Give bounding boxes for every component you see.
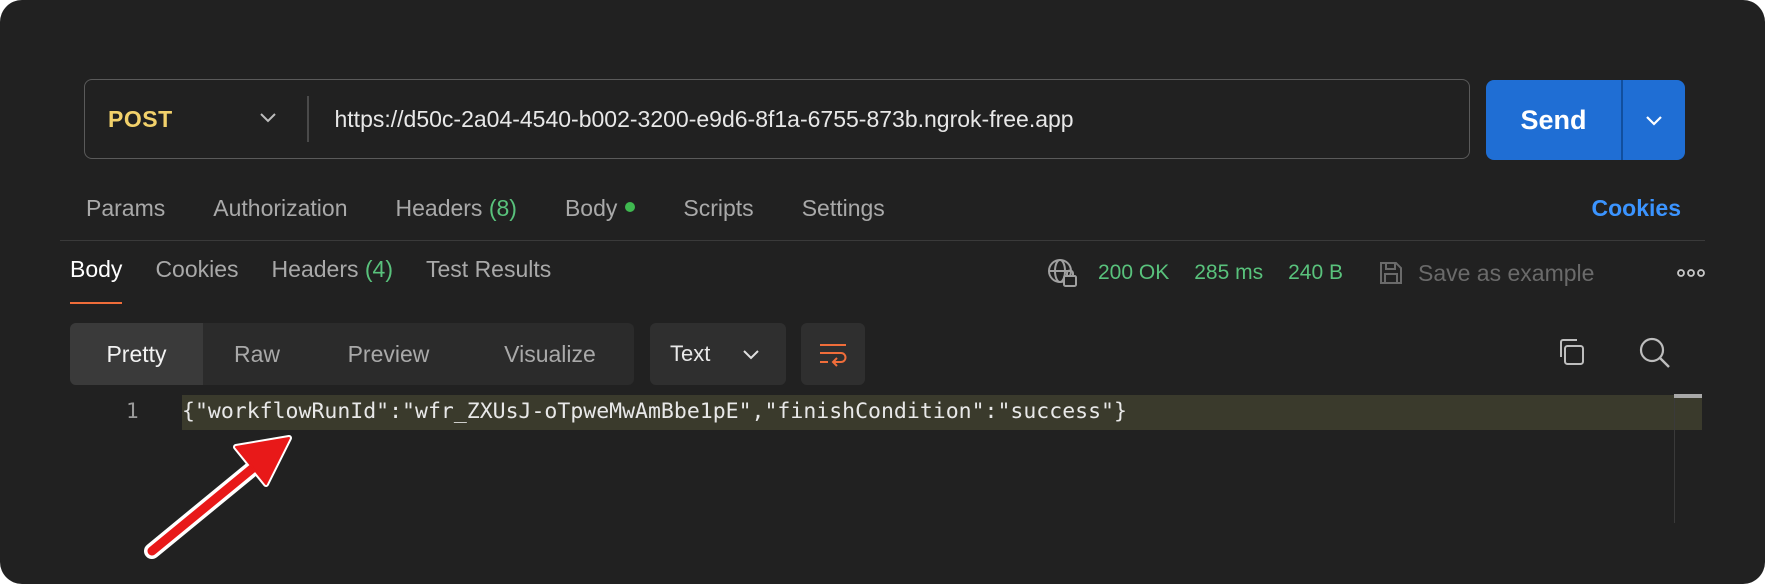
view-mode-tabs: Pretty Raw Preview Visualize — [70, 323, 634, 385]
postman-window: POST https://d50c-2a04-4540-b002-3200-e9… — [0, 0, 1765, 584]
word-wrap-button[interactable] — [801, 323, 865, 385]
send-button-group: Send — [1486, 80, 1685, 160]
tab-headers-label: Headers — [395, 194, 483, 221]
scrollbar-track[interactable] — [1674, 395, 1675, 523]
chevron-down-icon — [743, 349, 759, 359]
format-label: Text — [670, 341, 711, 366]
chevron-down-icon — [259, 110, 277, 128]
chevron-down-icon — [1646, 115, 1662, 126]
body-indicator-dot — [625, 202, 636, 213]
send-button[interactable]: Send — [1486, 80, 1621, 160]
tab-headers[interactable]: Headers (8) — [396, 195, 517, 222]
save-as-example-label: Save as example — [1417, 259, 1595, 286]
view-raw[interactable]: Raw — [203, 323, 311, 385]
response-body-editor[interactable]: 1 {"workflowRunId":"wfr_ZXUsJ-oTpweMwAmB… — [60, 394, 1702, 545]
response-time[interactable]: 285 ms — [1194, 261, 1263, 285]
tab-response-headers[interactable]: Headers (4) — [272, 256, 393, 304]
more-options-button[interactable] — [1677, 269, 1705, 277]
headers-count-badge: (8) — [488, 194, 517, 221]
tab-test-results[interactable]: Test Results — [426, 256, 551, 304]
tab-params[interactable]: Params — [86, 195, 165, 222]
tab-authorization[interactable]: Authorization — [213, 195, 347, 222]
tab-response-cookies[interactable]: Cookies — [155, 256, 238, 304]
copy-button[interactable] — [1555, 336, 1587, 373]
tab-response-body[interactable]: Body — [70, 256, 123, 304]
method-label: POST — [108, 105, 173, 132]
search-button[interactable] — [1638, 336, 1672, 375]
method-dropdown[interactable]: POST — [85, 80, 307, 158]
status-code[interactable]: 200 OK — [1098, 261, 1169, 285]
scrollbar-thumb[interactable] — [1674, 394, 1702, 398]
tab-body-label: Body — [564, 194, 618, 221]
view-pretty[interactable]: Pretty — [70, 323, 203, 385]
tab-scripts[interactable]: Scripts — [683, 195, 753, 222]
response-size[interactable]: 240 B — [1288, 261, 1343, 285]
search-icon — [1639, 337, 1670, 368]
wrap-lines-icon — [820, 344, 847, 367]
copy-icon — [1560, 339, 1584, 365]
response-status-bar: 200 OK 285 ms 240 B Save as example — [1046, 256, 1705, 290]
save-as-example-button[interactable]: Save as example — [1378, 260, 1594, 287]
more-horizontal-icon — [1677, 269, 1705, 277]
view-preview[interactable]: Preview — [311, 323, 466, 385]
request-tabs: Params Authorization Headers (8) Body Sc… — [86, 188, 1705, 228]
request-url-bar: POST https://d50c-2a04-4540-b002-3200-e9… — [84, 79, 1470, 159]
response-headers-count-badge: (4) — [364, 256, 393, 282]
response-tabs: Body Cookies Headers (4) Test Results — [70, 256, 584, 304]
tab-settings[interactable]: Settings — [802, 195, 885, 222]
section-divider — [60, 240, 1705, 241]
tab-response-headers-label: Headers — [271, 256, 359, 282]
send-options-button[interactable] — [1623, 80, 1685, 160]
network-globe-lock-icon[interactable] — [1046, 257, 1078, 289]
tab-body[interactable]: Body — [564, 194, 636, 222]
line-number: 1 — [126, 399, 139, 423]
save-icon — [1379, 262, 1402, 284]
cookies-link[interactable]: Cookies — [1592, 195, 1681, 222]
response-json[interactable]: {"workflowRunId":"wfr_ZXUsJ-oTpweMwAmBbe… — [182, 399, 1127, 424]
format-dropdown[interactable]: Text — [650, 323, 786, 385]
url-input[interactable]: https://d50c-2a04-4540-b002-3200-e9d6-8f… — [309, 106, 1470, 133]
view-visualize[interactable]: Visualize — [466, 323, 634, 385]
